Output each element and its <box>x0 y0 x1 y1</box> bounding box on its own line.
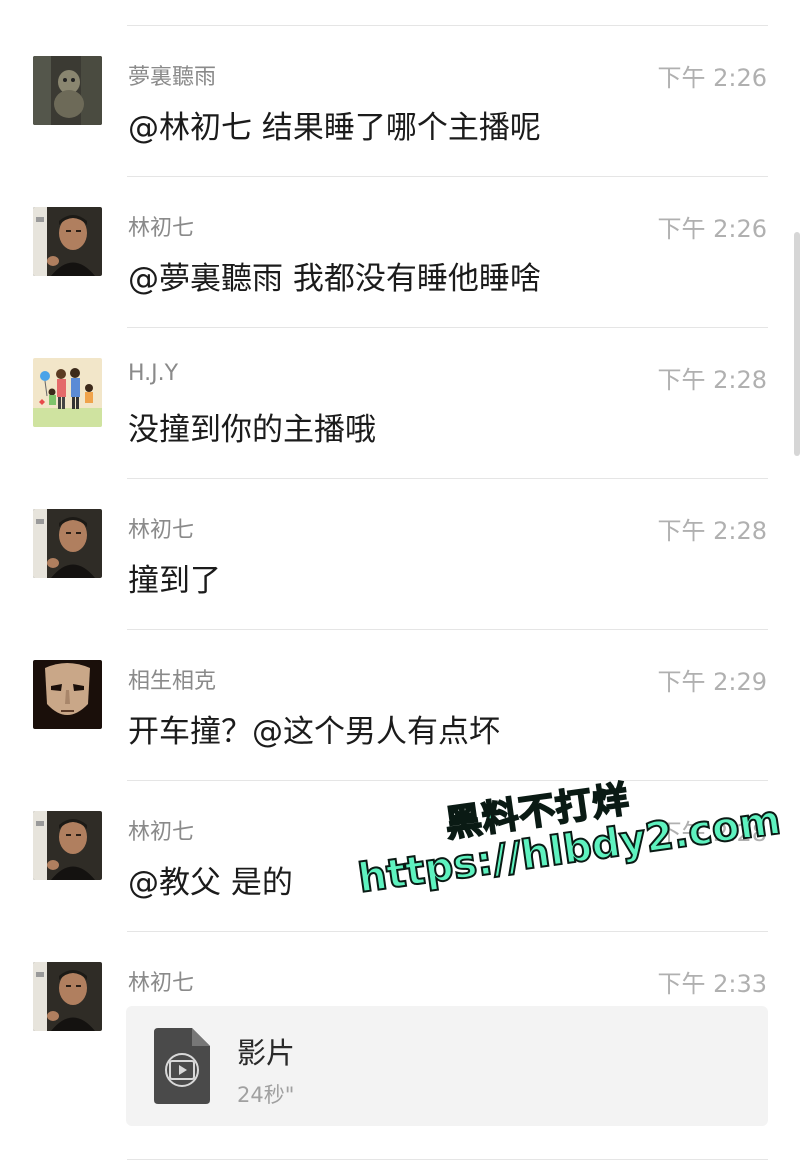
sender-avatar[interactable] <box>33 962 102 1031</box>
message-text: 没撞到你的主播哦 <box>128 412 376 448</box>
sender-name: 林初七 <box>128 820 195 845</box>
bottom-divider <box>127 1159 768 1160</box>
message-time: 下午 2:26 <box>657 215 767 243</box>
message-item[interactable]: 相生相克 下午 2:29 开车撞？@这个男人有点坏 <box>0 630 800 781</box>
avatar-man-icon <box>33 811 102 880</box>
sender-name: 林初七 <box>128 216 195 241</box>
message-text: @教父 是的 <box>128 865 293 901</box>
avatar-man-icon <box>33 509 102 578</box>
message-text: 撞到了 <box>128 563 221 599</box>
video-file-icon <box>154 1028 210 1104</box>
message-text: 开车撞？@这个男人有点坏 <box>128 714 500 750</box>
sender-avatar[interactable] <box>33 509 102 578</box>
avatar-man-icon <box>33 207 102 276</box>
message-item[interactable]: 林初七 下午 2:26 @夢裏聽雨 我都没有睡他睡啥 <box>0 177 800 328</box>
message-item[interactable]: 夢裏聽雨 下午 2:26 @林初七 结果睡了哪个主播呢 <box>0 26 800 177</box>
sender-avatar[interactable] <box>33 207 102 276</box>
avatar-mask-icon <box>33 660 102 729</box>
sender-name: H.J.Y <box>128 361 179 386</box>
message-time: 下午 2:28 <box>657 517 767 545</box>
avatar-man-icon <box>33 962 102 1031</box>
video-attachment-card[interactable]: 影片 24秒" <box>126 1006 768 1126</box>
message-item[interactable]: 林初七 下午 2:28 @教父 是的 <box>0 781 800 932</box>
message-time: 下午 2:33 <box>657 970 767 998</box>
sender-name: 林初七 <box>128 518 195 543</box>
sender-avatar[interactable] <box>33 56 102 125</box>
message-text: @夢裏聽雨 我都没有睡他睡啥 <box>128 261 541 297</box>
message-text: @林初七 结果睡了哪个主播呢 <box>128 110 541 146</box>
sender-name: 相生相克 <box>128 669 217 694</box>
message-item[interactable]: H.J.Y 下午 2:28 没撞到你的主播哦 <box>0 328 800 479</box>
message-time: 下午 2:26 <box>657 64 767 92</box>
video-duration: 24秒" <box>237 1083 295 1107</box>
message-item[interactable]: 林初七 下午 2:28 撞到了 <box>0 479 800 630</box>
sender-avatar[interactable] <box>33 660 102 729</box>
message-time: 下午 2:29 <box>657 668 767 696</box>
sender-avatar[interactable] <box>33 811 102 880</box>
video-title: 影片 <box>237 1036 296 1070</box>
message-time: 下午 2:28 <box>657 819 767 847</box>
sender-name: 林初七 <box>128 971 195 996</box>
sender-name: 夢裏聽雨 <box>128 65 217 90</box>
sender-avatar[interactable] <box>33 358 102 427</box>
message-time: 下午 2:28 <box>657 366 767 394</box>
scrollbar[interactable] <box>794 232 800 456</box>
avatar-family-cartoon-icon <box>33 358 102 427</box>
avatar-dark-doll-icon <box>33 56 102 125</box>
